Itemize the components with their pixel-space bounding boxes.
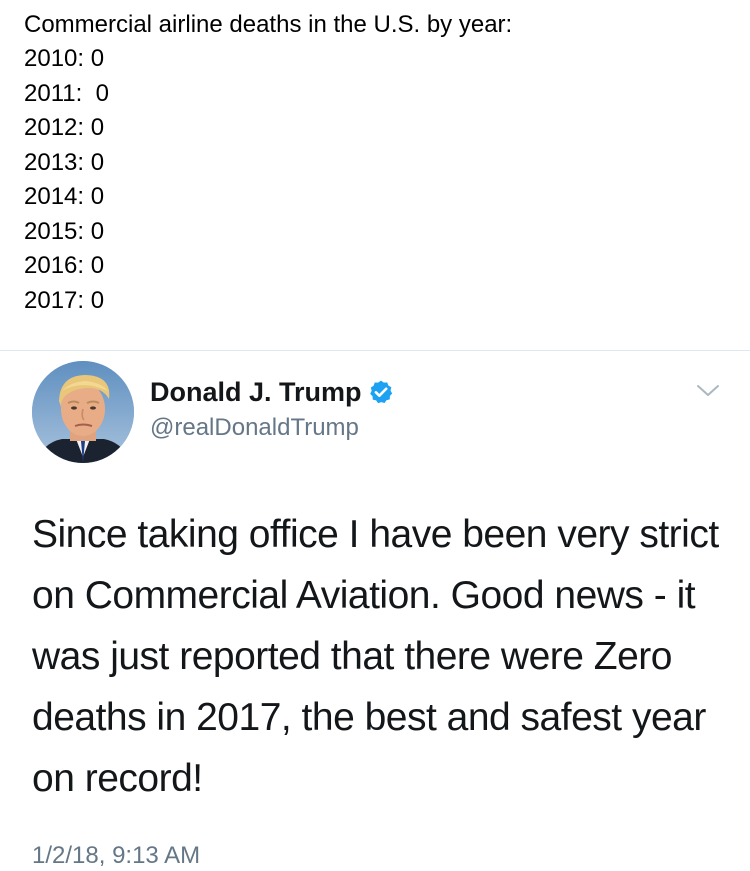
- airline-deaths-note: Commercial airline deaths in the U.S. by…: [24, 8, 724, 318]
- avatar[interactable]: [32, 361, 134, 463]
- year-line: 2010: 0: [24, 45, 105, 72]
- year-line: 2016: 0: [24, 252, 105, 279]
- year-line: 2017: 0: [24, 286, 105, 314]
- year-line: 2013: 0: [24, 148, 105, 176]
- tweet-timestamp[interactable]: 1/2/18, 9:13 AM: [32, 841, 200, 871]
- note-title: Commercial airline deaths in the U.S. by…: [24, 11, 513, 38]
- yearly-deaths-list: 2010: 0 2011: 0 2012: 0 2013: 0 2014: 0 …: [24, 42, 724, 318]
- author-name-row[interactable]: Donald J. Trump: [150, 375, 394, 409]
- verified-badge-icon: [368, 379, 394, 405]
- author-name[interactable]: Donald J. Trump: [150, 375, 362, 409]
- author-handle[interactable]: @realDonaldTrump: [150, 413, 359, 443]
- year-line: 2014: 0: [24, 183, 105, 210]
- tweet-text: Since taking office I have been very str…: [32, 513, 719, 800]
- profile-photo-icon: [32, 361, 134, 463]
- year-line: 2012: 0: [24, 114, 105, 141]
- year-line: 2015: 0: [24, 217, 105, 245]
- tweet-card: Donald J. Trump @realDonaldTrump Since t…: [0, 351, 750, 869]
- year-line: 2011: 0: [24, 79, 109, 107]
- chevron-down-icon[interactable]: [693, 381, 723, 401]
